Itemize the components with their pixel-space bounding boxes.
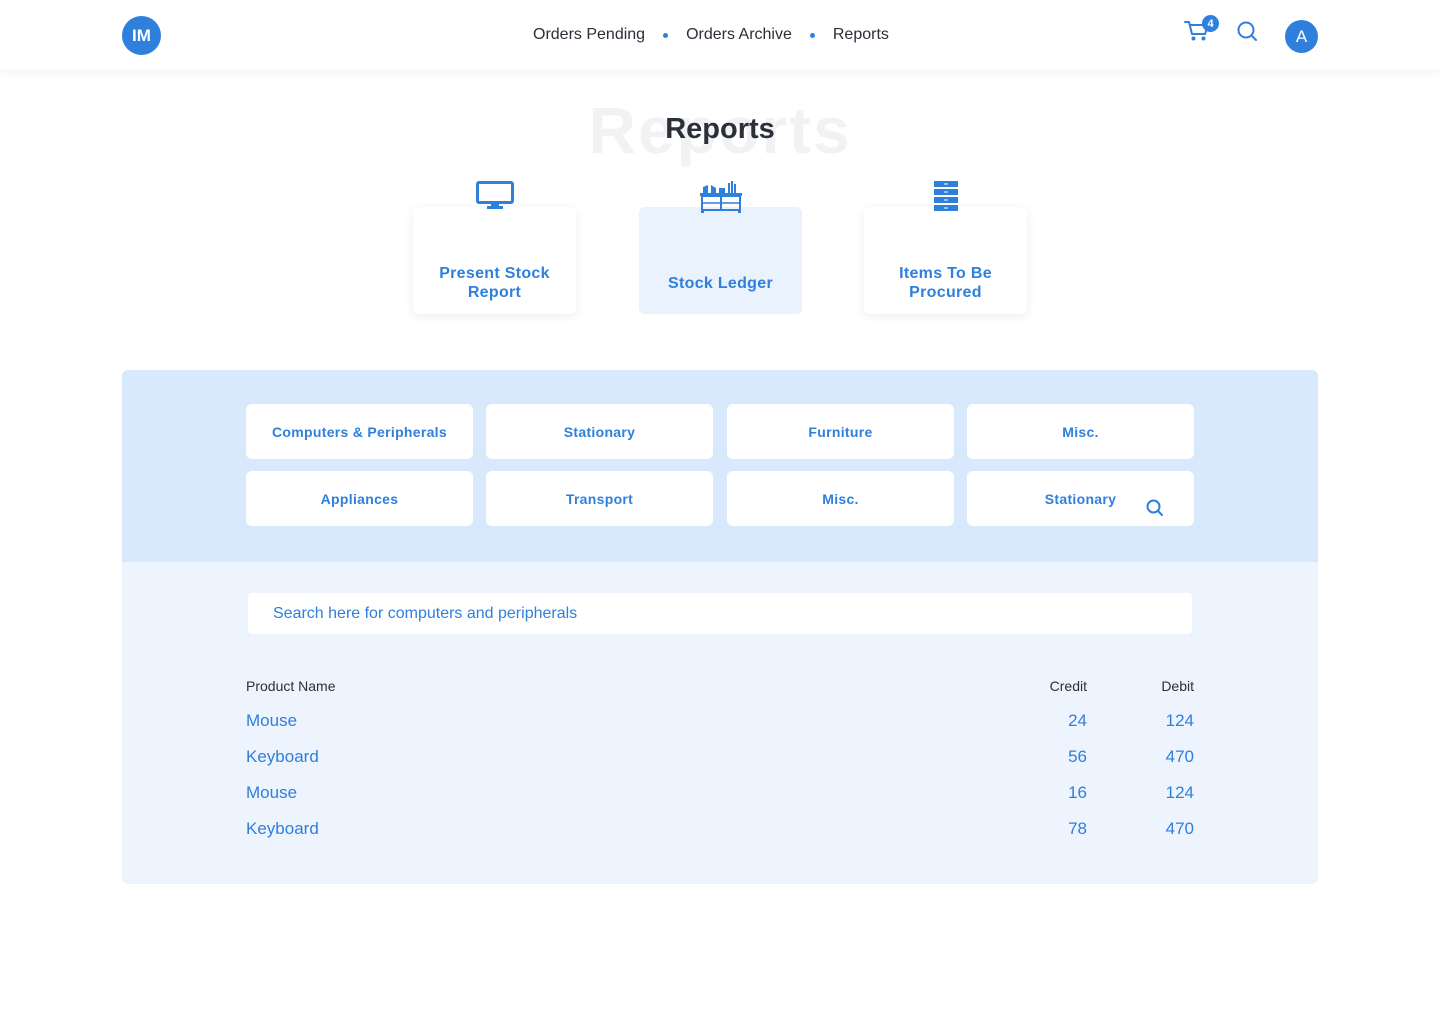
report-card-present-stock[interactable]: Present Stock Report — [413, 181, 576, 314]
row-debit: 470 — [1165, 819, 1194, 838]
column-header-credit: Credit — [1049, 678, 1087, 694]
row-debit: 470 — [1165, 747, 1194, 766]
category-computers-peripherals[interactable]: Computers & Peripherals — [246, 404, 473, 459]
row-debit: 124 — [1165, 783, 1194, 802]
nav-orders-pending[interactable]: Orders Pending — [533, 26, 645, 44]
app-logo[interactable]: IM — [122, 16, 161, 55]
category-furniture[interactable]: Furniture — [727, 404, 954, 459]
row-product-name[interactable]: Keyboard — [246, 747, 319, 767]
row-product-name[interactable]: Mouse — [246, 783, 297, 803]
row-credit: 78 — [1068, 819, 1087, 838]
category-stationary[interactable]: Stationary — [486, 404, 713, 459]
nav-reports[interactable]: Reports — [833, 26, 889, 44]
category-misc-2[interactable]: Misc. — [727, 471, 954, 526]
row-product-name[interactable]: Keyboard — [246, 819, 319, 839]
cart-count-badge: 4 — [1202, 15, 1219, 32]
page-title: Reports — [665, 113, 775, 145]
nav-separator-dot — [809, 32, 815, 38]
category-appliances[interactable]: Appliances — [246, 471, 473, 526]
drawers-icon — [933, 181, 958, 211]
row-credit: 24 — [1068, 711, 1087, 730]
report-card-label: Present Stock Report — [439, 265, 550, 301]
report-card-stock-ledger[interactable]: Stock Ledger — [639, 181, 802, 314]
shelf-icon — [699, 181, 742, 213]
monitor-icon — [475, 181, 514, 209]
category-misc[interactable]: Misc. — [967, 404, 1194, 459]
row-credit: 16 — [1068, 783, 1087, 802]
top-header: IM Orders Pending Orders Archive Reports… — [0, 0, 1440, 70]
search-icon[interactable] — [1145, 498, 1164, 517]
category-transport[interactable]: Transport — [486, 471, 713, 526]
report-card-items-to-procure[interactable]: Items To Be Procured — [864, 181, 1027, 314]
user-avatar[interactable]: A — [1285, 20, 1318, 53]
report-card-label: Stock Ledger — [668, 275, 773, 292]
nav-orders-archive[interactable]: Orders Archive — [686, 26, 792, 44]
row-credit: 56 — [1068, 747, 1087, 766]
product-search-input[interactable] — [248, 593, 1192, 634]
column-header-debit: Debit — [1161, 678, 1194, 694]
report-card-label: Items To Be Procured — [899, 265, 992, 301]
nav-separator-dot — [663, 32, 669, 38]
search-icon[interactable] — [1236, 20, 1258, 42]
column-header-product: Product Name — [246, 678, 336, 694]
main-nav: Orders Pending Orders Archive Reports — [533, 26, 889, 44]
row-debit: 124 — [1165, 711, 1194, 730]
row-product-name[interactable]: Mouse — [246, 711, 297, 731]
category-panel — [122, 370, 1318, 562]
